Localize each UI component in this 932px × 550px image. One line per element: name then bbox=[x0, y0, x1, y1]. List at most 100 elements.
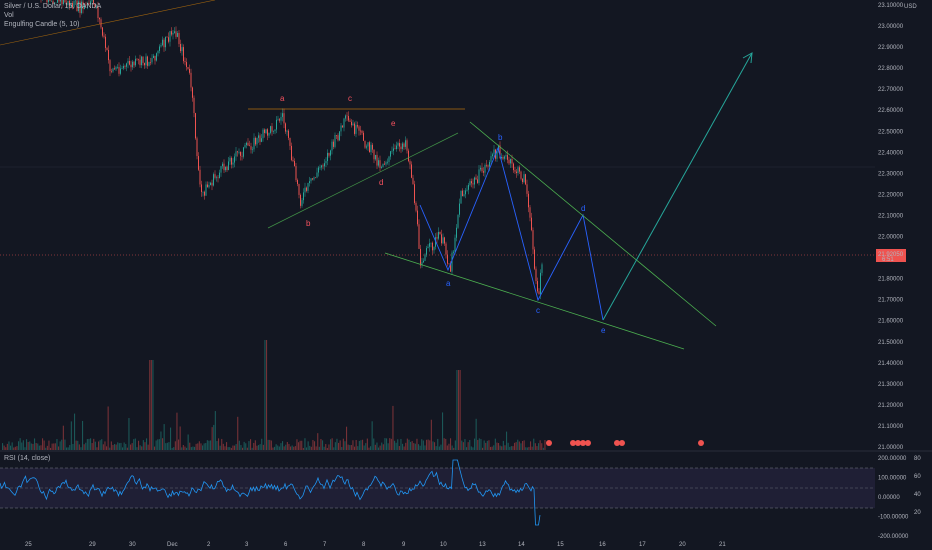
candle-body bbox=[474, 177, 475, 185]
volume-bar bbox=[243, 441, 245, 450]
volume-bar bbox=[378, 447, 380, 450]
candle-body bbox=[205, 184, 207, 196]
volume-bar bbox=[307, 441, 309, 450]
volume-bar bbox=[144, 442, 146, 450]
volume-bar bbox=[490, 446, 492, 450]
volume-bar bbox=[5, 447, 7, 450]
candle-body bbox=[186, 62, 187, 67]
candle-body bbox=[486, 164, 487, 166]
candle-body bbox=[309, 181, 310, 184]
candle-body bbox=[516, 171, 517, 174]
volume-bar bbox=[341, 447, 343, 450]
candles bbox=[40, 0, 543, 300]
volume-bar bbox=[469, 439, 471, 450]
candle-body bbox=[229, 157, 231, 162]
volume-bar bbox=[326, 447, 328, 450]
candle-body bbox=[109, 60, 111, 72]
volume-bar bbox=[395, 442, 397, 450]
volume-bar bbox=[443, 438, 445, 450]
rsi-tick-label: 200.00000 bbox=[878, 456, 907, 462]
chart-canvas[interactable]: 21.00000 21.10000 21.20000 21.30000 21.40000… bbox=[0, 0, 932, 550]
candle-body bbox=[255, 137, 256, 145]
volume-bar bbox=[403, 446, 405, 450]
price-tick-label: 22.00000 bbox=[878, 235, 904, 241]
candle-body bbox=[519, 167, 520, 172]
candle-body bbox=[418, 224, 420, 249]
volume-bar bbox=[8, 441, 10, 450]
volume-bar bbox=[235, 444, 237, 450]
volume-bar bbox=[74, 413, 76, 450]
volume-bar bbox=[323, 446, 325, 450]
time-tick-label: 30 bbox=[129, 542, 136, 548]
wave-label-red: a bbox=[280, 94, 285, 103]
price-tick-label: 22.50000 bbox=[878, 129, 904, 135]
volume-bar bbox=[416, 438, 418, 450]
volume-bar bbox=[62, 425, 64, 450]
candle-body bbox=[510, 159, 511, 164]
candle-body bbox=[193, 97, 195, 114]
candle-body bbox=[235, 151, 237, 157]
candle-body bbox=[139, 59, 141, 66]
time-tick-label: Dec bbox=[167, 542, 178, 548]
volume-bar bbox=[210, 440, 212, 450]
volume-bar bbox=[165, 443, 167, 450]
candle-body bbox=[477, 179, 478, 183]
candle-body bbox=[396, 145, 397, 150]
volume-bar bbox=[304, 438, 306, 450]
volume-bar bbox=[424, 445, 426, 450]
current-price-sub: 6:51 bbox=[882, 257, 894, 263]
volume-bar bbox=[136, 447, 138, 450]
volume-bar bbox=[203, 443, 205, 450]
event-marker-icon bbox=[698, 440, 704, 446]
candle-body bbox=[459, 203, 460, 215]
volume-bar bbox=[213, 424, 215, 450]
rsi-tick-label-right: 40 bbox=[914, 492, 921, 498]
volume-bar bbox=[410, 441, 412, 450]
candle-body bbox=[387, 161, 388, 163]
time-tick-label: 20 bbox=[679, 542, 686, 548]
candle-body bbox=[411, 164, 412, 178]
candle-body bbox=[535, 268, 537, 282]
volume-bar bbox=[19, 438, 21, 450]
volume-bar bbox=[254, 440, 256, 450]
time-tick-label: 8 bbox=[362, 542, 366, 548]
volume-bar bbox=[502, 440, 504, 450]
volume-bar bbox=[541, 443, 543, 450]
volume-bar bbox=[419, 445, 421, 450]
volume-bar bbox=[226, 442, 228, 450]
candle-body bbox=[423, 260, 424, 263]
volume-bar bbox=[475, 418, 477, 450]
volume-bar bbox=[117, 442, 119, 450]
volume-bar bbox=[98, 441, 100, 450]
volume-bar bbox=[258, 445, 260, 450]
volume-bar bbox=[102, 444, 104, 450]
volume-bar bbox=[56, 439, 58, 450]
volume-bar bbox=[429, 440, 431, 450]
candle-body bbox=[348, 116, 349, 121]
volume-bar bbox=[434, 442, 436, 450]
time-tick-label: 15 bbox=[557, 542, 564, 548]
volume-bar bbox=[498, 442, 500, 450]
candle-body bbox=[261, 138, 262, 142]
candle-body bbox=[361, 130, 363, 133]
candle-body bbox=[183, 47, 184, 62]
volume-bar bbox=[536, 446, 538, 450]
volume-bar bbox=[242, 447, 244, 450]
volume-bar bbox=[88, 438, 90, 450]
candle-body bbox=[375, 154, 376, 160]
volume-bar bbox=[21, 442, 23, 450]
volume-bar bbox=[286, 441, 288, 450]
candle-body bbox=[214, 174, 216, 178]
volume-bar bbox=[70, 421, 72, 450]
volume-bar bbox=[208, 440, 210, 450]
volume-bar bbox=[438, 446, 440, 450]
price-tick-label: 21.30000 bbox=[878, 382, 904, 388]
volume-bar bbox=[10, 445, 12, 450]
volume-bar bbox=[232, 445, 234, 450]
candle-body bbox=[436, 237, 438, 239]
candle-body bbox=[366, 146, 367, 148]
price-tick-label: 22.60000 bbox=[878, 108, 904, 114]
candle-body bbox=[48, 0, 49, 3]
volume-bar bbox=[446, 445, 448, 450]
candle-body bbox=[145, 56, 147, 66]
